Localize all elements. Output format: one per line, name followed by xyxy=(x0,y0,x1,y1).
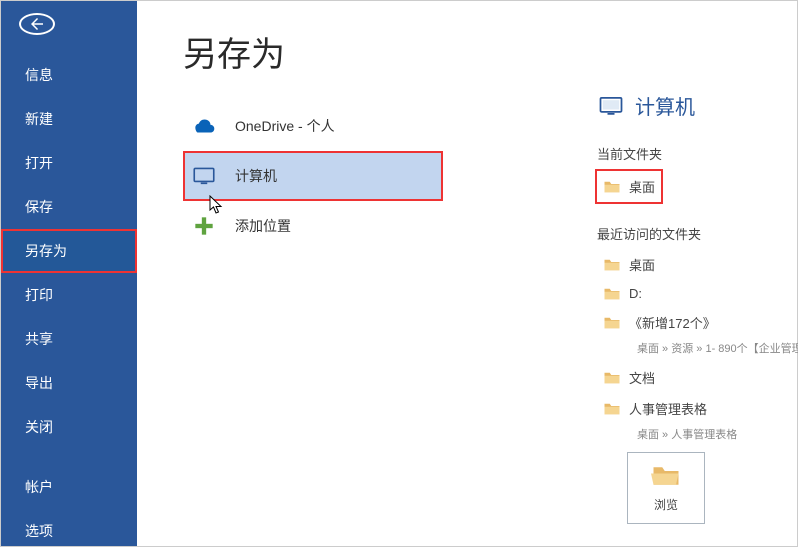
folder-icon xyxy=(603,316,621,330)
recent-label: 最近访问的文件夹 xyxy=(597,224,798,243)
folder-path: 桌面 » 资源 » 1- 890个【企业管理表格大全】» 2-... xyxy=(637,340,798,356)
page-title: 另存为 xyxy=(183,27,285,76)
recent-folder[interactable]: 《新增172个》 xyxy=(597,309,798,336)
sidebar-item-open[interactable]: 打开 xyxy=(1,141,137,185)
plus-icon xyxy=(191,213,217,239)
folder-name: 《新增172个》 xyxy=(629,313,716,332)
location-label: 添加位置 xyxy=(235,216,291,236)
recent-folder[interactable]: 人事管理表格 xyxy=(597,395,798,422)
location-label: 计算机 xyxy=(235,166,277,186)
folder-name: 桌面 xyxy=(629,255,655,274)
right-header-title: 计算机 xyxy=(635,91,695,120)
browse-label: 浏览 xyxy=(654,496,678,513)
sidebar-item-account[interactable]: 帐户 xyxy=(1,465,137,509)
sidebar-item-saveas[interactable]: 另存为 xyxy=(1,229,137,273)
folder-icon xyxy=(603,287,621,301)
location-onedrive[interactable]: OneDrive - 个人 xyxy=(183,101,443,151)
sidebar-item-export[interactable]: 导出 xyxy=(1,361,137,405)
computer-icon xyxy=(597,92,625,120)
sidebar-item-close[interactable]: 关闭 xyxy=(1,405,137,449)
folder-name: 人事管理表格 xyxy=(629,399,707,418)
folder-name: D: xyxy=(629,286,642,301)
folder-name: 桌面 xyxy=(629,177,655,196)
location-list: OneDrive - 个人 计算机 添加位置 xyxy=(183,101,443,251)
folder-icon xyxy=(603,180,621,194)
recent-folder[interactable]: 文档 xyxy=(597,364,798,391)
sidebar-item-save[interactable]: 保存 xyxy=(1,185,137,229)
onedrive-icon xyxy=(191,113,217,139)
browse-button[interactable]: 浏览 xyxy=(627,452,705,524)
right-pane: 计算机 当前文件夹 桌面 最近访问的文件夹 桌面 D: 《新增172个》 桌面 … xyxy=(597,91,798,524)
sidebar-item-print[interactable]: 打印 xyxy=(1,273,137,317)
folder-icon xyxy=(603,402,621,416)
current-folder-label: 当前文件夹 xyxy=(597,144,798,163)
location-label: OneDrive - 个人 xyxy=(235,116,335,136)
sidebar: 信息 新建 打开 保存 另存为 打印 共享 导出 关闭 帐户 选项 xyxy=(1,1,137,546)
sidebar-item-info[interactable]: 信息 xyxy=(1,53,137,97)
recent-folder[interactable]: 桌面 xyxy=(597,251,798,278)
current-folder[interactable]: 桌面 xyxy=(597,171,661,202)
folder-icon xyxy=(603,371,621,385)
arrow-left-icon xyxy=(28,15,46,33)
folder-open-icon xyxy=(651,464,681,488)
recent-folder[interactable]: D: xyxy=(597,282,798,305)
folder-path: 桌面 » 人事管理表格 xyxy=(637,426,798,442)
main-content: 另存为 OneDrive - 个人 计算机 添加位置 xyxy=(137,1,797,546)
sidebar-item-share[interactable]: 共享 xyxy=(1,317,137,361)
location-computer[interactable]: 计算机 xyxy=(183,151,443,201)
location-add[interactable]: 添加位置 xyxy=(183,201,443,251)
computer-icon xyxy=(191,163,217,189)
right-header: 计算机 xyxy=(597,91,798,120)
sidebar-item-options[interactable]: 选项 xyxy=(1,509,137,553)
folder-name: 文档 xyxy=(629,368,655,387)
back-button[interactable] xyxy=(19,13,55,35)
folder-icon xyxy=(603,258,621,272)
sidebar-item-new[interactable]: 新建 xyxy=(1,97,137,141)
